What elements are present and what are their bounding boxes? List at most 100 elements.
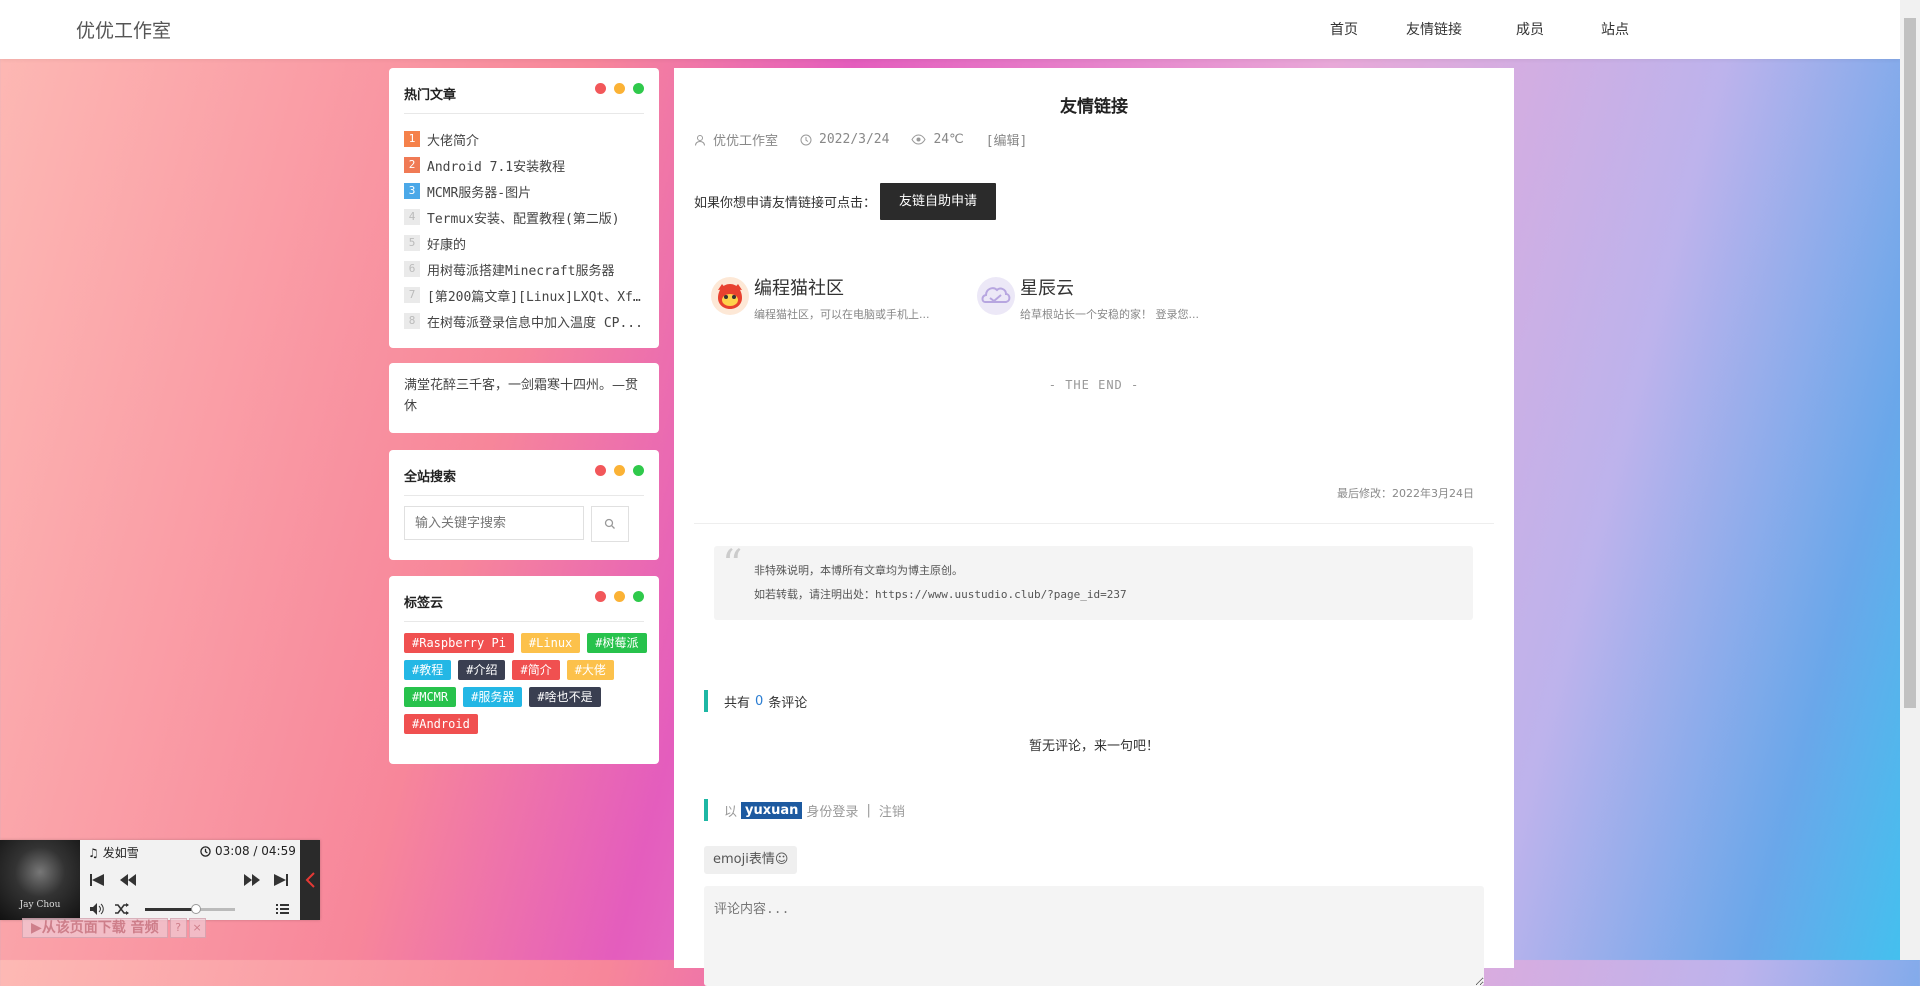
post-meta: 优优工作室 2022/3/24 24℃ [编辑]	[694, 130, 1049, 149]
main-nav: 首页 友情链接 成员 站点	[1330, 19, 1673, 39]
comment-input[interactable]	[704, 886, 1484, 986]
clock-icon	[200, 845, 211, 857]
login-status: 以 yuxuan 身份登录 | 注销	[704, 799, 905, 821]
hot-article-title[interactable]: 用树莓派搭建Minecraft服务器	[427, 260, 614, 279]
fast-forward-icon[interactable]	[244, 874, 260, 886]
tag-item[interactable]: #简介	[512, 660, 560, 680]
rank-badge: 2	[404, 157, 420, 173]
friend-link-item[interactable]: 编程猫社区 编程猫社区，可以在电脑或手机上...	[710, 270, 936, 322]
tag-item[interactable]: #大佬	[566, 660, 614, 680]
friend-link-info: 编程猫社区 编程猫社区，可以在电脑或手机上...	[754, 270, 930, 322]
green-dot-icon	[633, 83, 644, 94]
tag-item[interactable]: #MCMR	[404, 687, 457, 707]
rank-badge: 4	[404, 209, 420, 225]
site-logo[interactable]: 优优工作室	[76, 16, 171, 43]
yellow-dot-icon	[614, 465, 625, 476]
shuffle-icon[interactable]	[115, 903, 129, 915]
playlist-icon[interactable]	[276, 903, 289, 915]
tag-item[interactable]: #服务器	[463, 687, 523, 707]
song-name: 发如雪	[102, 846, 139, 860]
tag-item[interactable]: #Raspberry Pi	[404, 633, 514, 653]
apply-link-button[interactable]: 友链自助申请	[880, 183, 997, 220]
hot-article-title[interactable]: Android 7.1安装教程	[427, 156, 565, 175]
skip-next-icon[interactable]	[274, 874, 288, 886]
nav-members[interactable]: 成员	[1516, 19, 1544, 39]
emoji-button[interactable]: emoji表情☺	[704, 846, 798, 874]
hot-articles-title: 热门文章	[404, 88, 457, 103]
hot-article-item[interactable]: 2 Android 7.1安装教程	[404, 152, 644, 178]
friend-link-desc: 编程猫社区，可以在电脑或手机上...	[754, 308, 930, 321]
album-cover[interactable]: Jay Chou	[0, 840, 80, 920]
tag-item[interactable]: #介绍	[458, 660, 506, 680]
tag-item[interactable]: #啥也不是	[529, 687, 601, 707]
hot-article-title[interactable]: 好康的	[427, 234, 466, 253]
section-accent-bar	[704, 799, 708, 821]
green-dot-icon	[633, 591, 644, 602]
hot-article-item[interactable]: 1 大佬简介	[404, 126, 644, 152]
rewind-icon[interactable]	[120, 874, 136, 886]
hot-article-title[interactable]: Termux安装、配置教程(第二版)	[427, 208, 620, 227]
post-date: 2022/3/24	[819, 132, 890, 147]
user-icon	[695, 134, 705, 146]
search-button[interactable]	[591, 506, 629, 542]
volume-icon[interactable]	[90, 903, 104, 915]
eye-icon	[911, 134, 927, 145]
download-help-button[interactable]: ?	[169, 918, 187, 938]
hot-article-title[interactable]: 大佬简介	[427, 130, 479, 149]
tag-item[interactable]: #树莓派	[587, 633, 647, 653]
hot-article-title[interactable]: MCMR服务器-图片	[427, 182, 531, 201]
rank-badge: 5	[404, 235, 420, 251]
last-modified: 最后修改：2022年3月24日	[1337, 487, 1474, 500]
copyright-line-2: 如若转载，请注明出处：https://www.uustudio.club/?pa…	[754, 588, 1127, 601]
album-cover-text: Jay Chou	[19, 900, 61, 910]
tag-item[interactable]: #Linux	[520, 633, 581, 653]
skip-previous-icon[interactable]	[90, 874, 104, 886]
music-player: Jay Chou ♫ 发如雪 03:08 / 04:59	[0, 840, 320, 920]
post-views: 24℃	[933, 132, 964, 147]
page-title: 友情链接	[1060, 97, 1128, 117]
search-input[interactable]	[404, 506, 584, 540]
player-collapse-button[interactable]	[300, 840, 320, 920]
author-meta: 优优工作室	[694, 130, 778, 149]
hot-article-item[interactable]: 4 Termux安装、配置教程(第二版)	[404, 204, 644, 230]
hot-article-title[interactable]: [第200篇文章][Linux]LXQt、Xf...	[427, 286, 644, 305]
friend-links-list: 编程猫社区 编程猫社区，可以在电脑或手机上... 星辰云 给草根站长一个安稳的家…	[710, 270, 1202, 322]
hot-article-item[interactable]: 7 [第200篇文章][Linux]LXQt、Xf...	[404, 282, 644, 308]
site-header: 优优工作室 首页 友情链接 成员 站点	[0, 0, 1900, 59]
hot-article-item[interactable]: 5 好康的	[404, 230, 644, 256]
nav-home[interactable]: 首页	[1330, 19, 1358, 39]
green-dot-icon	[633, 465, 644, 476]
hot-article-title[interactable]: 在树莓派登录信息中加入温度 CP...	[427, 312, 643, 331]
edit-link[interactable]: [编辑]	[986, 130, 1028, 149]
hot-article-item[interactable]: 3 MCMR服务器-图片	[404, 178, 644, 204]
friend-link-item[interactable]: 星辰云 给草根站长一个安稳的家！ 登录您...	[976, 270, 1202, 322]
search-icon	[604, 518, 615, 529]
tag-item[interactable]: #Android	[404, 714, 478, 734]
comments-prefix: 共有	[724, 695, 751, 711]
hot-article-item[interactable]: 8 在树莓派登录信息中加入温度 CP...	[404, 308, 644, 334]
hot-articles-card: 热门文章 1 大佬简介 2 Android 7.1安装教程 3 MCMR服务器-图片 …	[389, 68, 659, 348]
volume-slider[interactable]	[145, 904, 235, 914]
post-panel: 友情链接 优优工作室 2022/3/24 24℃ [编辑] 如果你想申请友情链接…	[674, 68, 1514, 986]
username-link[interactable]: yuxuan	[741, 801, 803, 819]
download-audio-button[interactable]: ▶从该页面下载 音频	[22, 918, 168, 938]
nav-friend-links[interactable]: 友情链接	[1406, 19, 1462, 39]
friend-link-name[interactable]: 星辰云	[1020, 274, 1199, 300]
time-readout: 03:08 / 04:59	[215, 844, 296, 858]
download-close-button[interactable]: ×	[188, 918, 206, 938]
tag-item[interactable]: #教程	[404, 660, 452, 680]
friend-link-desc: 给草根站长一个安稳的家！ 登录您...	[1020, 308, 1199, 321]
card-divider	[404, 621, 644, 622]
scrollbar-thumb[interactable]	[1904, 18, 1916, 708]
chevron-left-icon	[305, 872, 315, 888]
logout-link[interactable]: 注销	[879, 801, 905, 820]
post-author[interactable]: 优优工作室	[713, 130, 778, 149]
nav-sites[interactable]: 站点	[1601, 19, 1629, 39]
song-title: ♫ 发如雪	[88, 844, 139, 861]
hot-article-item[interactable]: 6 用树莓派搭建Minecraft服务器	[404, 256, 644, 282]
copyright-line-1: 非特殊说明，本博所有文章均为博主原创。	[754, 564, 963, 577]
volume-slider-knob[interactable]	[190, 904, 201, 914]
page-scrollbar[interactable]	[1900, 0, 1920, 960]
rank-badge: 3	[404, 183, 420, 199]
friend-link-name[interactable]: 编程猫社区	[754, 274, 930, 300]
